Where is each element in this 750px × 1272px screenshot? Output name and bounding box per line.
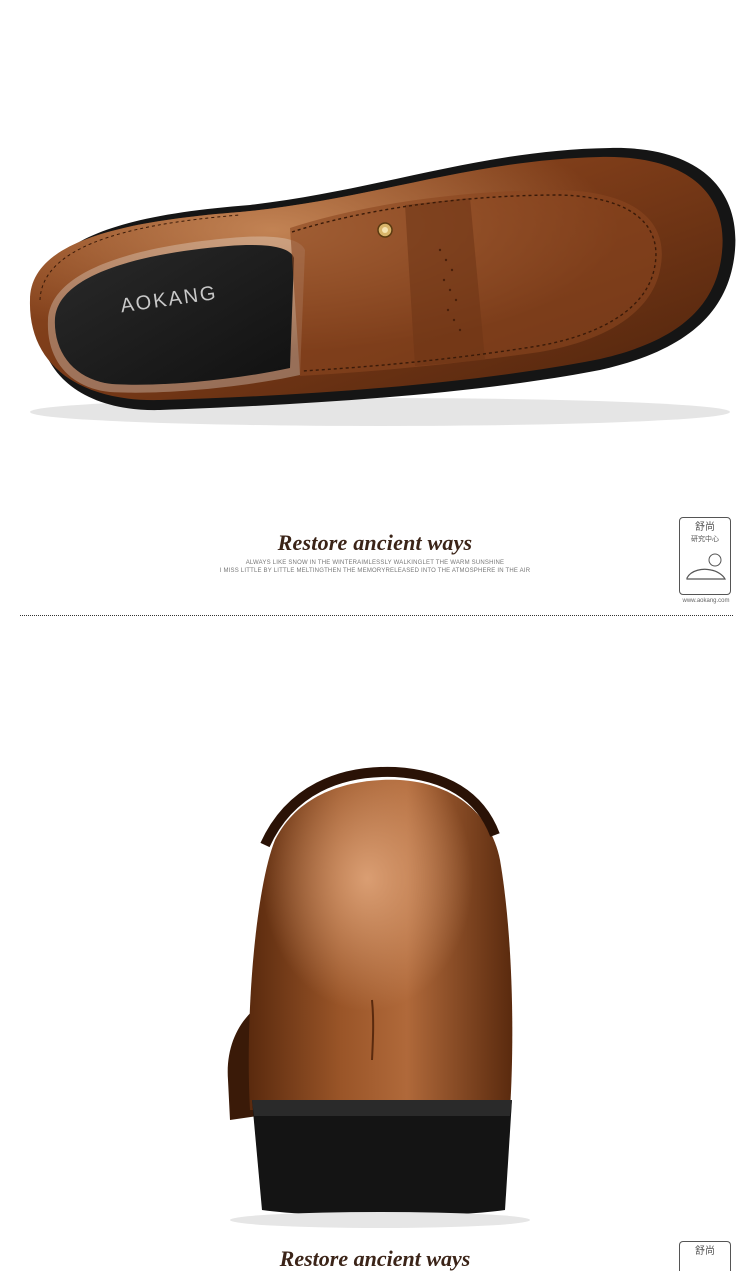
shoe-top-illustration	[29, 147, 736, 426]
section-divider	[20, 615, 733, 616]
shoe-rear-illustration	[227, 766, 530, 1228]
tagline-block: Restore ancient ways ALWAYS LIKE SNOW IN…	[0, 530, 750, 590]
brand-badge: 舒尚 研究中心	[679, 517, 731, 595]
shoe-top-photo: AOKANG	[0, 0, 750, 500]
tagline-line-1: ALWAYS LIKE SNOW IN THE WINTERAIMLESSLY …	[245, 560, 505, 566]
badge-url: www.aokang.com	[682, 598, 730, 604]
tagline-title: Restore ancient ways	[277, 530, 473, 555]
tagline-title-repeat: Restore ancient ways	[279, 1246, 471, 1271]
shoe-outline-icon	[686, 553, 726, 580]
tagline-line-2: I MISS LITTLE BY LITTLE MELTINGTHEN THE …	[219, 568, 531, 574]
badge-text: 舒尚	[695, 522, 715, 533]
shoe-rear-photo	[0, 640, 750, 1240]
badge-subtext: 研究中心	[691, 535, 719, 543]
